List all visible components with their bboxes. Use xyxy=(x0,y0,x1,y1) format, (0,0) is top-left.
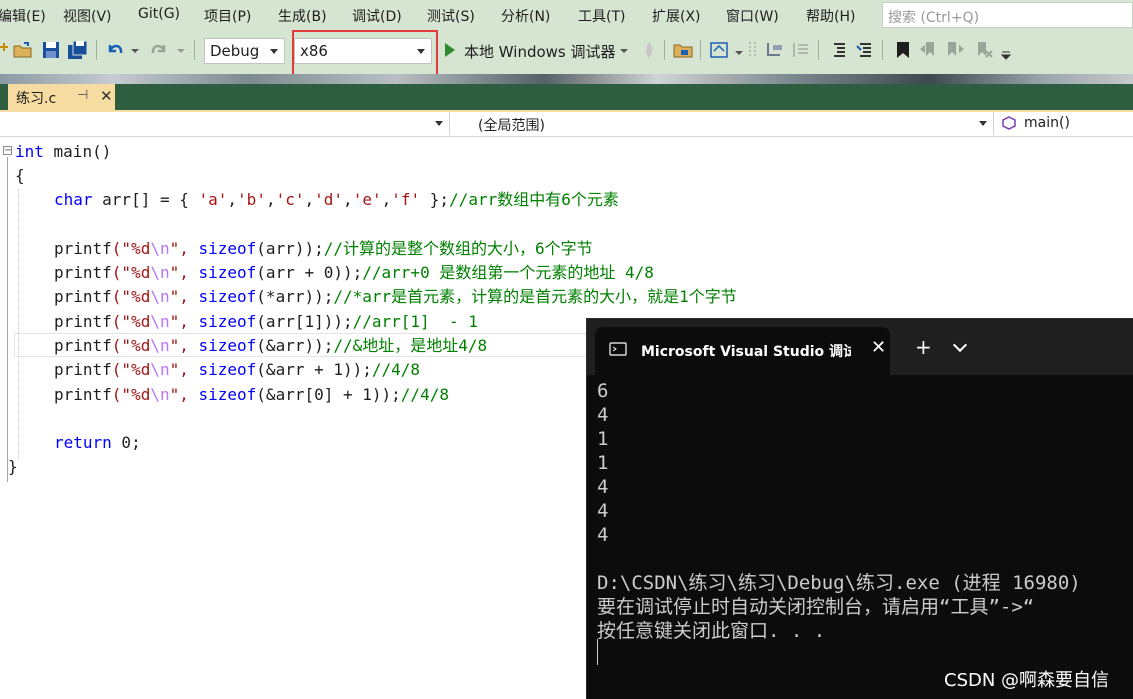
undo-icon[interactable] xyxy=(104,39,126,61)
toolbar-separator xyxy=(96,40,97,60)
configuration-select[interactable]: Debug xyxy=(204,38,285,64)
redo-icon[interactable] xyxy=(148,39,170,61)
console-output-line: 4 xyxy=(597,404,609,426)
menu-debug[interactable]: 调试(D) xyxy=(352,6,402,26)
menu-bar: 编辑(E) 视图(V) Git(G) 项目(P) 生成(B) 调试(D) 测试(… xyxy=(0,0,1133,30)
console-tab-title: Microsoft Visual Studio 调试控制台 xyxy=(641,344,851,360)
document-tab-strip xyxy=(0,84,1133,110)
chevron-down-icon[interactable] xyxy=(952,337,968,353)
menu-window[interactable]: 窗口(W) xyxy=(726,6,779,26)
toolbar-separator xyxy=(664,40,665,60)
terminal-icon xyxy=(609,341,627,361)
close-icon[interactable]: ✕ xyxy=(100,87,113,105)
chevron-down-icon xyxy=(435,121,443,126)
menu-git[interactable]: Git(G) xyxy=(138,6,180,22)
collapse-icon[interactable]: − xyxy=(3,146,12,156)
console-close-line: 按任意键关闭此窗口. . . xyxy=(597,620,826,642)
console-tab[interactable]: Microsoft Visual Studio 调试控制台 ✕ xyxy=(595,327,890,375)
code-line: printf("%d\n", sizeof(arr + 0));//arr+0 … xyxy=(54,263,654,282)
bookmark-icon[interactable] xyxy=(892,39,914,61)
console-output-line: 4 xyxy=(597,524,609,546)
chevron-down-icon xyxy=(979,121,987,126)
code-line: printf("%d\n", sizeof(&arr + 1));//4/8 xyxy=(54,360,421,379)
code-line: int main() xyxy=(15,142,112,161)
properties-dropdown-icon[interactable] xyxy=(734,39,744,61)
menu-test[interactable]: 测试(S) xyxy=(427,6,475,26)
fold-guide xyxy=(7,157,8,482)
menu-view[interactable]: 视图(V) xyxy=(63,6,112,26)
console-hint-line: 要在调试停止时自动关闭控制台，请启用“工具”->“ xyxy=(597,596,1035,618)
toolbar-overflow-icon[interactable] xyxy=(1000,39,1012,61)
pin-icon[interactable]: ⊣ xyxy=(77,88,88,103)
method-icon xyxy=(1002,116,1016,134)
console-exit-line: D:\CSDN\练习\练习\Debug\练习.exe (进程 16980) xyxy=(597,572,1081,594)
redo-dropdown-icon[interactable] xyxy=(176,39,186,61)
step-into-icon[interactable] xyxy=(764,39,786,61)
indent-guide xyxy=(18,189,20,459)
console-output-line: 4 xyxy=(597,500,609,522)
close-icon[interactable]: ✕ xyxy=(871,337,886,358)
code-line: char arr[] = { 'a','b','c','d','e','f' }… xyxy=(54,190,619,209)
console-output-line: 6 xyxy=(597,380,609,402)
watermark: CSDN @啊森要自信 xyxy=(944,670,1110,691)
save-all-icon[interactable] xyxy=(66,39,88,61)
new-tab-icon[interactable]: + xyxy=(915,335,932,359)
toolbar: Debug x86 本地 Windows 调试器 xyxy=(0,30,1133,74)
menu-help[interactable]: 帮助(H) xyxy=(806,6,855,26)
menu-analyze[interactable]: 分析(N) xyxy=(501,6,550,26)
clear-bookmarks-icon[interactable] xyxy=(972,39,994,61)
properties-icon[interactable] xyxy=(708,39,730,61)
toolbar-separator xyxy=(882,40,883,60)
code-line: printf("%d\n", sizeof(&arr[0] + 1));//4/… xyxy=(54,385,449,404)
toolbar-separator xyxy=(194,40,195,60)
background-image-strip xyxy=(0,74,1133,84)
start-icon[interactable] xyxy=(442,39,458,61)
scope-label: (全局范围) xyxy=(478,118,545,134)
scope-dropdown[interactable]: (全局范围) xyxy=(454,112,994,135)
chevron-down-icon xyxy=(270,49,278,54)
debugger-dropdown-icon[interactable] xyxy=(619,39,629,61)
code-line: { xyxy=(15,166,25,185)
debug-console-window[interactable]: Microsoft Visual Studio 调试控制台 ✕ + 6 4 1 … xyxy=(586,318,1133,699)
menu-tools[interactable]: 工具(T) xyxy=(578,6,625,26)
solution-explorer-icon[interactable] xyxy=(672,39,694,61)
undo-dropdown-icon[interactable] xyxy=(130,39,140,61)
code-line: return 0; xyxy=(54,433,141,452)
console-output-line: 4 xyxy=(597,476,609,498)
comment-out-icon[interactable] xyxy=(828,39,850,61)
tab-file-label: 练习.c xyxy=(16,91,57,107)
toolbar-separator xyxy=(700,40,701,60)
toolbar-separator xyxy=(818,40,819,60)
menu-project[interactable]: 项目(P) xyxy=(204,6,251,26)
platform-highlight-annotation xyxy=(292,30,438,78)
configuration-value: Debug xyxy=(210,42,260,60)
text-cursor xyxy=(597,639,598,665)
previous-bookmark-icon[interactable] xyxy=(918,39,940,61)
menu-edit[interactable]: 编辑(E) xyxy=(0,6,46,26)
code-line: printf("%d\n", sizeof(*arr));//*arr是首元素，… xyxy=(54,287,737,306)
next-bookmark-icon[interactable] xyxy=(944,39,966,61)
search-input[interactable]: 搜索 (Ctrl+Q) xyxy=(882,2,1133,28)
save-icon[interactable] xyxy=(40,39,62,61)
gripper-icon xyxy=(746,39,760,61)
uncomment-icon[interactable] xyxy=(854,39,876,61)
member-dropdown[interactable]: main() xyxy=(998,112,1133,135)
project-dropdown[interactable] xyxy=(0,112,450,135)
hot-reload-icon[interactable] xyxy=(638,39,660,61)
navigation-bar: (全局范围) main() xyxy=(0,112,1133,137)
step-over-icon[interactable] xyxy=(790,39,812,61)
console-titlebar: Microsoft Visual Studio 调试控制台 ✕ + xyxy=(587,319,1133,375)
code-line: printf("%d\n", sizeof(arr));//计算的是整个数组的大… xyxy=(54,239,593,258)
menu-extensions[interactable]: 扩展(X) xyxy=(652,6,701,26)
code-line: } xyxy=(8,457,18,476)
console-output-line: 1 xyxy=(597,428,609,450)
console-output-line: 1 xyxy=(597,452,609,474)
start-debugger-button[interactable]: 本地 Windows 调试器 xyxy=(464,41,616,62)
tab-file[interactable]: 练习.c ⊣ ✕ xyxy=(8,84,115,110)
code-line: printf("%d\n", sizeof(&arr));//&地址，是地址4/… xyxy=(54,336,488,355)
member-label: main() xyxy=(1024,115,1070,131)
open-folder-icon[interactable] xyxy=(12,39,34,61)
code-line: printf("%d\n", sizeof(arr[1]));//arr[1] … xyxy=(54,312,478,331)
menu-build[interactable]: 生成(B) xyxy=(278,6,327,26)
